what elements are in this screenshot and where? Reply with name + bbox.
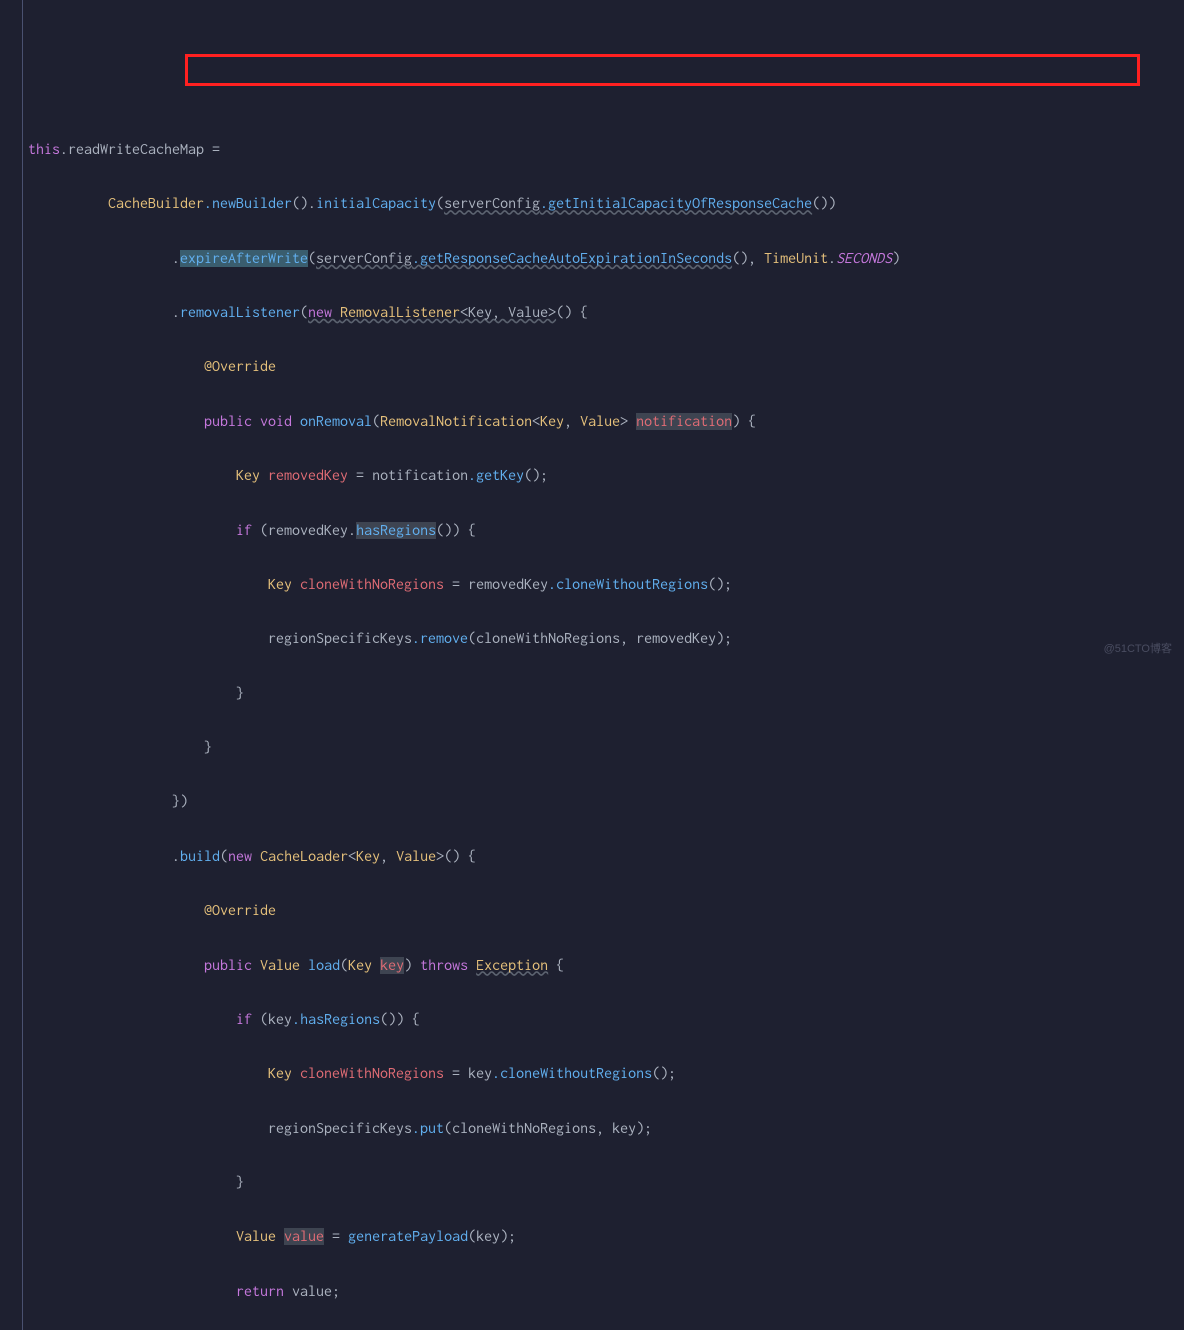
code-line: regionSpecificKeys.remove(cloneWithNoReg…: [28, 625, 1184, 652]
code-line: @Override: [28, 353, 1184, 380]
code-line: public Value load(Key key) throws Except…: [28, 952, 1184, 979]
code-line: this.readWriteCacheMap =: [28, 136, 1184, 163]
code-line: Key cloneWithNoRegions = key.cloneWithou…: [28, 1060, 1184, 1087]
code-line: }: [28, 1169, 1184, 1196]
code-line: .removalListener(new RemovalListener<Key…: [28, 299, 1184, 326]
code-line: .expireAfterWrite(serverConfig.getRespon…: [28, 245, 1184, 272]
code-line: if (key.hasRegions()) {: [28, 1006, 1184, 1033]
code-line: return value;: [28, 1278, 1184, 1305]
code-line: CacheBuilder.newBuilder().initialCapacit…: [28, 190, 1184, 217]
code-line: Value value = generatePayload(key);: [28, 1223, 1184, 1250]
code-editor[interactable]: this.readWriteCacheMap = CacheBuilder.ne…: [0, 0, 1184, 1330]
code-line: }: [28, 734, 1184, 761]
code-line: .build(new CacheLoader<Key, Value>() {: [28, 843, 1184, 870]
code-line: }: [28, 680, 1184, 707]
code-line: Key removedKey = notification.getKey();: [28, 462, 1184, 489]
code-line: }): [28, 788, 1184, 815]
code-line: if (removedKey.hasRegions()) {: [28, 517, 1184, 544]
highlight-annotation: [185, 54, 1140, 86]
watermark-text: @51CTO博客: [1104, 640, 1172, 659]
code-line: regionSpecificKeys.put(cloneWithNoRegion…: [28, 1115, 1184, 1142]
code-line: Key cloneWithNoRegions = removedKey.clon…: [28, 571, 1184, 598]
code-line: public void onRemoval(RemovalNotificatio…: [28, 408, 1184, 435]
code-line: @Override: [28, 897, 1184, 924]
